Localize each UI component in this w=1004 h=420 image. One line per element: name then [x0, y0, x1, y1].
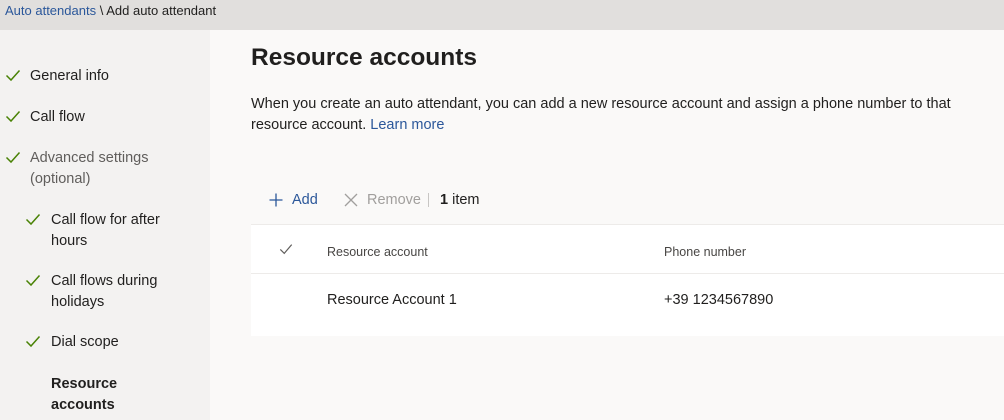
main-content: Resource accounts When you create an aut… — [210, 30, 1004, 420]
toolbar-divider — [428, 193, 429, 207]
step-call-flow[interactable]: Call flow — [5, 107, 85, 128]
learn-more-link[interactable]: Learn more — [370, 117, 444, 133]
close-icon — [344, 193, 358, 207]
table-toolbar: Add Remove 1 item — [251, 176, 1004, 225]
add-button[interactable]: Add — [268, 190, 328, 210]
check-icon — [5, 151, 21, 164]
step-label: Call flows during holidays — [51, 273, 158, 310]
item-count: 1 item — [440, 190, 480, 210]
table-row[interactable]: Resource Account 1 +39 1234567890 — [251, 274, 1004, 324]
step-call-flow-after-hours[interactable]: Call flow for after hours — [25, 210, 175, 252]
step-call-flows-holidays[interactable]: Call flows during holidays — [25, 271, 175, 313]
item-count-label: item — [452, 192, 480, 208]
add-button-label: Add — [292, 192, 318, 208]
step-dial-scope[interactable]: Dial scope — [25, 332, 119, 353]
cell-resource-account: Resource Account 1 — [327, 292, 457, 308]
step-resource-accounts[interactable]: Resource accounts — [51, 374, 161, 416]
check-icon — [5, 110, 21, 123]
step-label: Call flow — [30, 109, 85, 125]
breadcrumb: Auto attendants \ Add auto attendant — [5, 3, 216, 19]
top-bar: Auto attendants \ Add auto attendant — [0, 0, 1004, 30]
breadcrumb-current: Add auto attendant — [106, 3, 217, 18]
check-icon — [25, 213, 41, 226]
step-label: Dial scope — [51, 334, 119, 350]
step-general-info[interactable]: General info — [5, 66, 109, 87]
breadcrumb-auto-attendants-link[interactable]: Auto attendants — [5, 3, 96, 18]
select-all-check-icon[interactable] — [279, 242, 293, 256]
step-label: General info — [30, 68, 109, 84]
description-text: When you create an auto attendant, you c… — [251, 96, 951, 133]
remove-button-label: Remove — [367, 192, 421, 208]
step-advanced-settings[interactable]: Advanced settings (optional) — [5, 148, 155, 190]
step-label: Resource accounts — [51, 376, 118, 413]
page-description: When you create an auto attendant, you c… — [251, 94, 1004, 136]
cell-phone-number: +39 1234567890 — [664, 292, 774, 308]
remove-button[interactable]: Remove — [343, 190, 423, 210]
check-icon — [5, 69, 21, 82]
item-count-number: 1 — [440, 192, 449, 208]
column-header-phone-number[interactable]: Phone number — [664, 244, 746, 260]
check-icon — [25, 335, 41, 348]
page-title: Resource accounts — [251, 44, 478, 71]
column-header-resource-account[interactable]: Resource account — [327, 244, 428, 260]
table-header-row: Resource account Phone number — [251, 225, 1004, 274]
check-icon — [25, 274, 41, 287]
plus-icon — [269, 193, 283, 207]
resource-accounts-table: Add Remove 1 item Resource account Phone… — [251, 176, 1004, 336]
wizard-steps-sidebar: General info Call flow Advanced settings… — [0, 30, 210, 420]
step-label: Advanced settings (optional) — [30, 150, 149, 187]
breadcrumb-separator: \ — [99, 3, 104, 18]
step-label: Call flow for after hours — [51, 212, 160, 249]
